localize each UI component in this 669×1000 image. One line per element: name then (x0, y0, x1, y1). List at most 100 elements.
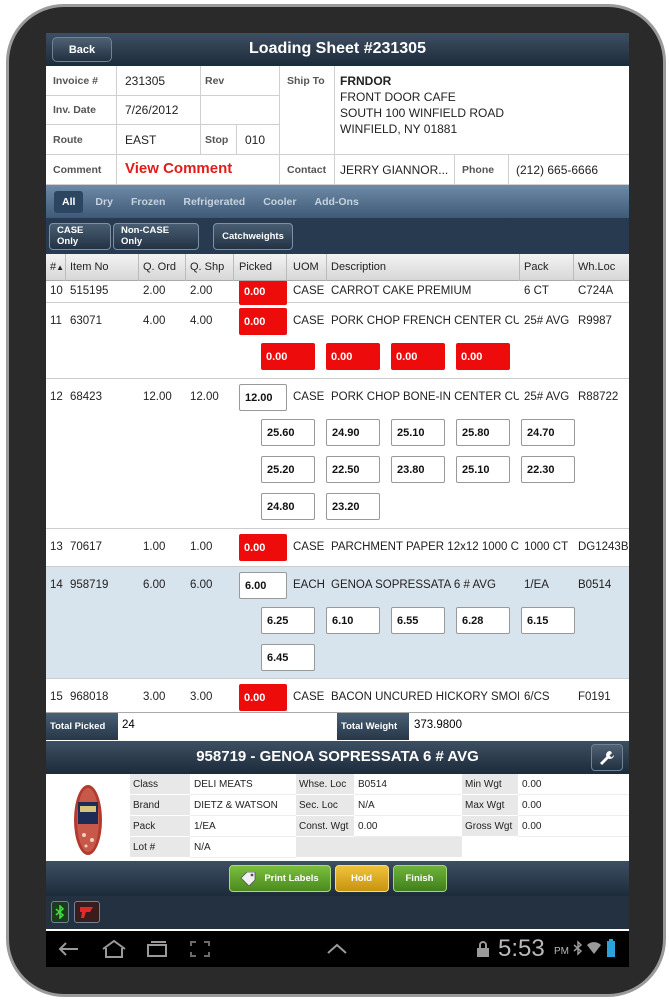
sort-up-icon: ▲ (56, 263, 65, 272)
col-q-ord[interactable]: Q. Ord (143, 261, 176, 273)
col-wh-loc[interactable]: Wh.Loc (578, 261, 615, 273)
bluetooth-status[interactable] (51, 901, 69, 923)
col-description[interactable]: Description (331, 261, 386, 273)
cell-qshp: 12.00 (190, 391, 219, 403)
catchweight-input[interactable]: 25.60 (261, 419, 315, 446)
table-row[interactable]: 12 68423 12.00 12.00 CASE PORK CHOP BONE-IN C… (46, 379, 629, 529)
catchweight-input[interactable]: 23.80 (391, 456, 445, 483)
catchweight-input[interactable]: 23.20 (326, 493, 380, 520)
recent-apps-icon[interactable] (145, 940, 169, 958)
catchweight-input[interactable]: 6.45 (261, 644, 315, 671)
wrench-icon (600, 750, 614, 765)
picked-input[interactable]: 0.00 (239, 281, 287, 305)
catchweight-input[interactable]: 24.80 (261, 493, 315, 520)
catchweight-input[interactable]: 25.10 (456, 456, 510, 483)
catchweight-input[interactable]: 0.00 (456, 343, 510, 370)
case-only-button[interactable]: CASE Only (49, 222, 111, 250)
catchweight-input[interactable]: 6.15 (521, 607, 575, 634)
screenshot-icon[interactable] (189, 940, 211, 958)
product-image (66, 780, 110, 858)
catchweight-input[interactable]: 6.25 (261, 607, 315, 634)
catchweight-input[interactable]: 6.10 (326, 607, 380, 634)
table-row[interactable]: 15 968018 3.00 3.00 CASE BACON UNCURED HICKOR… (46, 679, 629, 712)
non-case-only-button[interactable]: Non-CASE Only (113, 222, 199, 250)
cell-uom: CASE (293, 391, 325, 403)
sec-loc-label: Sec. Loc (296, 795, 354, 816)
cell-pack: 1000 CT (524, 541, 569, 553)
brand-value: DIETZ & WATSON (190, 795, 296, 816)
cell-desc: PARCHMENT PAPER 12x12 1000 CT (331, 541, 519, 553)
finish-button[interactable]: Finish (392, 865, 447, 892)
catchweights-button[interactable]: Catchweights (213, 222, 293, 250)
picked-input[interactable]: 12.00 (239, 384, 287, 411)
cell-qshp: 6.00 (190, 579, 213, 591)
col-q-shp[interactable]: Q. Shp (190, 261, 224, 273)
scanner-icon (80, 907, 93, 918)
catchweight-input[interactable]: 24.90 (326, 419, 380, 446)
col-item-no[interactable]: Item No (70, 261, 109, 273)
tab-all[interactable]: All (54, 190, 84, 213)
cell-loc: B0514 (578, 579, 612, 591)
catchweight-input[interactable]: 6.28 (456, 607, 510, 634)
screen: Back Loading Sheet #231305 Invoice # 231… (46, 33, 629, 967)
home-icon[interactable] (100, 939, 128, 959)
catchweight-input[interactable]: 0.00 (326, 343, 380, 370)
catchweight-input[interactable]: 22.50 (326, 456, 380, 483)
tab-add-ons[interactable]: Add-Ons (314, 196, 358, 208)
col-picked[interactable]: Picked (239, 261, 272, 273)
ship-to-code: FRNDOR (340, 74, 392, 88)
view-comment-link[interactable]: View Comment (125, 160, 232, 177)
cell-num: 14 (50, 579, 63, 591)
col-uom[interactable]: UOM (293, 261, 319, 273)
table-row[interactable]: 10 515195 2.00 2.00 CASE CARROT CAKE PREMIUM 6… (46, 281, 629, 305)
whse-loc-value: B0514 (354, 774, 462, 795)
detail-title-bar: 958719 - GENOA SOPRESSATA 6 # AVG (46, 741, 629, 774)
whse-loc-label: Whse. Loc (296, 774, 354, 795)
back-arrow-icon[interactable] (56, 941, 80, 957)
phone-value: (212) 665-6666 (516, 163, 599, 177)
catchweight-input[interactable]: 6.55 (391, 607, 445, 634)
page-title: Loading Sheet #231305 (249, 40, 426, 57)
cell-item: 515195 (70, 285, 109, 297)
rev-label: Rev (205, 75, 225, 87)
cell-qord: 3.00 (143, 691, 166, 703)
tab-frozen[interactable]: Frozen (131, 196, 165, 208)
picked-input[interactable]: 0.00 (239, 308, 287, 335)
total-weight-label: Total Weight (337, 713, 409, 740)
contact-label: Contact (287, 164, 327, 176)
catchweight-input[interactable]: 0.00 (261, 343, 315, 370)
tab-dry[interactable]: Dry (95, 196, 113, 208)
picked-input[interactable]: 0.00 (239, 684, 287, 711)
tab-cooler[interactable]: Cooler (263, 196, 296, 208)
chevron-up-icon[interactable] (326, 943, 348, 955)
cell-qord: 2.00 (143, 285, 166, 297)
wrench-button[interactable] (591, 744, 623, 771)
catchweight-input[interactable]: 24.70 (521, 419, 575, 446)
catchweight-input[interactable]: 25.20 (261, 456, 315, 483)
bluetooth-icon (55, 905, 65, 919)
table-row[interactable]: 14 958719 6.00 6.00 EACH GENOA SOPRESSATA 6 #… (46, 567, 629, 679)
catchweight-input[interactable]: 25.10 (391, 419, 445, 446)
col-pack[interactable]: Pack (524, 261, 548, 273)
tab-refrigerated[interactable]: Refrigerated (183, 196, 245, 208)
scanner-status[interactable] (74, 901, 100, 923)
picked-input[interactable]: 6.00 (239, 572, 287, 599)
category-tabs: All Dry Frozen Refrigerated Cooler Add-O… (46, 185, 629, 218)
lot-label: Lot # (130, 837, 190, 858)
lock-icon (477, 941, 489, 957)
print-labels-button[interactable]: Print Labels (228, 865, 331, 892)
total-weight-value: 373.9800 (414, 719, 462, 731)
col-num[interactable]: #▲ (50, 261, 64, 273)
ship-to-street: SOUTH 100 WINFIELD ROAD (340, 106, 505, 120)
picked-input[interactable]: 0.00 (239, 534, 287, 561)
hold-button[interactable]: Hold (334, 865, 389, 892)
table-row[interactable]: 13 70617 1.00 1.00 CASE PARCHMENT PAPER 12x12… (46, 529, 629, 567)
catchweight-input[interactable]: 25.80 (456, 419, 510, 446)
catchweight-input[interactable]: 22.30 (521, 456, 575, 483)
table-row[interactable]: 11 63071 4.00 4.00 CASE PORK CHOP FRENCH CENT… (46, 303, 629, 379)
cell-qshp: 1.00 (190, 541, 213, 553)
invoice-header: Invoice # 231305 Rev Inv. Date 7/26/2012… (46, 66, 629, 185)
battery-icon (607, 939, 615, 957)
cell-desc: GENOA SOPRESSATA 6 # AVG (331, 579, 496, 591)
catchweight-input[interactable]: 0.00 (391, 343, 445, 370)
